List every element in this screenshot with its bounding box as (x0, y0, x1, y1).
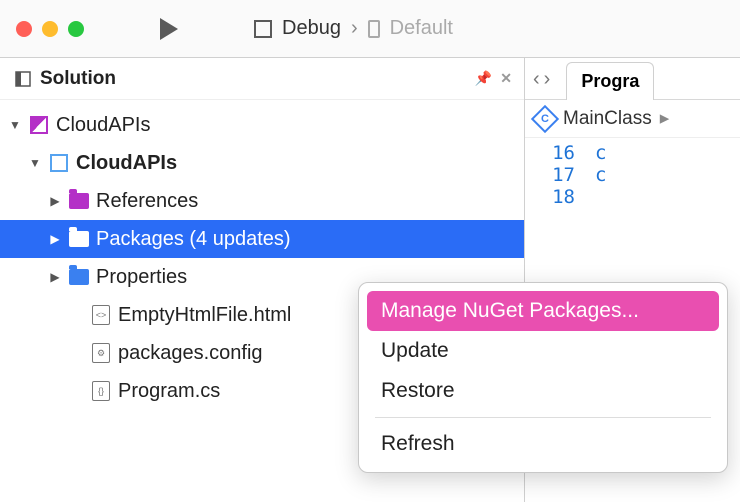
tree-label: References (96, 190, 198, 213)
nav-forward-button[interactable]: › (544, 68, 551, 91)
chevron-right-icon: ▸ (660, 107, 670, 130)
menu-item-restore[interactable]: Restore (367, 371, 719, 411)
menu-item-refresh[interactable]: Refresh (367, 424, 719, 464)
tree-label: Program.cs (118, 380, 220, 403)
code-text: c (595, 164, 606, 186)
tree-node-references[interactable]: ▶ References (0, 182, 524, 220)
tree-label: CloudAPIs (76, 152, 177, 175)
solution-panel-icon (14, 70, 32, 88)
cs-file-icon: {} (92, 381, 110, 401)
editor-tabstrip: ‹ › Progra (525, 58, 740, 100)
folder-icon (69, 231, 89, 247)
config-icon (254, 20, 272, 38)
run-button[interactable] (160, 18, 178, 40)
tree-label: packages.config (118, 342, 263, 365)
tree-node-solution[interactable]: ▼ CloudAPIs (0, 106, 524, 144)
breadcrumb-bar[interactable]: C MainClass ▸ (525, 100, 740, 138)
project-icon (50, 154, 68, 172)
class-icon: C (531, 104, 559, 132)
run-configuration[interactable]: Debug › Default (254, 17, 453, 40)
code-line: 18 (525, 186, 740, 208)
tree-label: EmptyHtmlFile.html (118, 304, 291, 327)
expand-arrow-icon[interactable]: ▶ (48, 232, 62, 246)
tab-title: Progra (581, 71, 639, 91)
code-text: c (595, 142, 606, 164)
expand-arrow-icon[interactable]: ▶ (48, 270, 62, 284)
tree-label: Properties (96, 266, 187, 289)
html-file-icon: <> (92, 305, 110, 325)
menu-label: Restore (381, 379, 455, 402)
pin-icon[interactable]: 📌 (475, 70, 492, 87)
close-panel-icon[interactable]: ✕ (500, 70, 512, 87)
context-menu: Manage NuGet Packages... Update Restore … (358, 282, 728, 473)
window-controls (16, 21, 84, 37)
expand-arrow-icon[interactable]: ▼ (28, 156, 42, 170)
code-line: 16 c (525, 142, 740, 164)
tree-node-packages[interactable]: ▶ Packages (4 updates) (0, 220, 524, 258)
breadcrumb-label: MainClass (563, 108, 652, 130)
menu-item-manage-nuget[interactable]: Manage NuGet Packages... (367, 291, 719, 331)
chevron-right-icon: › (351, 17, 358, 40)
solution-panel-title: Solution (40, 68, 116, 90)
minimize-window-button[interactable] (42, 21, 58, 37)
tree-label: Packages (4 updates) (96, 228, 291, 251)
tree-label: CloudAPIs (56, 114, 151, 137)
folder-icon (69, 193, 89, 209)
titlebar: Debug › Default (0, 0, 740, 58)
config-file-icon: ⚙ (92, 343, 110, 363)
menu-label: Refresh (381, 432, 455, 455)
menu-label: Update (381, 339, 449, 362)
expand-arrow-icon[interactable]: ▼ (8, 118, 22, 132)
zoom-window-button[interactable] (68, 21, 84, 37)
line-number: 17 (525, 164, 595, 186)
tree-node-project[interactable]: ▼ CloudAPIs (0, 144, 524, 182)
menu-label: Manage NuGet Packages... (381, 299, 639, 322)
menu-separator (375, 417, 711, 418)
solution-icon (30, 116, 48, 134)
editor-tab[interactable]: Progra (566, 62, 654, 100)
close-window-button[interactable] (16, 21, 32, 37)
code-line: 17 c (525, 164, 740, 186)
solution-panel-header: Solution 📌 ✕ (0, 58, 524, 100)
device-icon (368, 20, 380, 38)
expand-arrow-icon[interactable]: ▶ (48, 194, 62, 208)
menu-item-update[interactable]: Update (367, 331, 719, 371)
target-name: Default (390, 17, 453, 40)
line-number: 18 (525, 186, 595, 208)
line-number: 16 (525, 142, 595, 164)
nav-back-button[interactable]: ‹ (533, 68, 540, 91)
config-name: Debug (282, 17, 341, 40)
folder-icon (69, 269, 89, 285)
